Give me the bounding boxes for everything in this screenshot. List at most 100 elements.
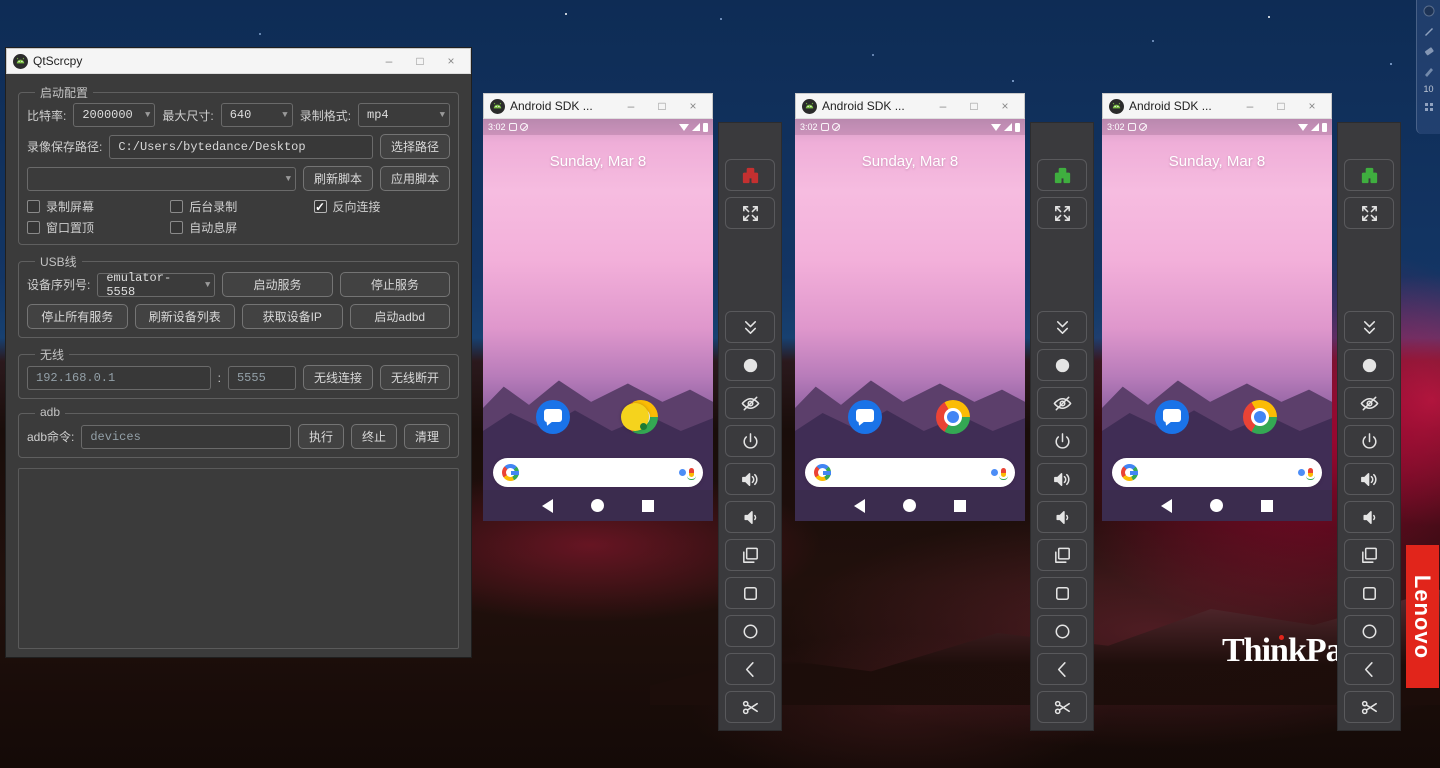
- messages-app-icon[interactable]: [848, 400, 882, 434]
- wireless-ip-input[interactable]: 192.168.0.1: [27, 366, 211, 390]
- maximize-button[interactable]: □: [649, 99, 675, 113]
- back-button[interactable]: [1037, 653, 1087, 685]
- nav-home-button[interactable]: [903, 499, 916, 512]
- menu-button[interactable]: [1344, 577, 1394, 609]
- notification-pulldown-button[interactable]: [1344, 311, 1394, 343]
- reverse-connect-checkbox[interactable]: ✓反向连接: [314, 198, 450, 215]
- volume-down-button[interactable]: [1344, 501, 1394, 533]
- touch-toggle-button[interactable]: [1344, 349, 1394, 381]
- close-button[interactable]: ×: [438, 54, 464, 68]
- annotation-edge-panel[interactable]: 10: [1416, 0, 1440, 134]
- screen-off-button[interactable]: [725, 387, 775, 419]
- start-service-button[interactable]: 启动服务: [222, 272, 332, 297]
- home-button[interactable]: [1037, 615, 1087, 647]
- power-button[interactable]: [1037, 425, 1087, 457]
- back-button[interactable]: [1344, 653, 1394, 685]
- power-button[interactable]: [725, 425, 775, 457]
- chrome-app-icon[interactable]: [1243, 400, 1277, 434]
- mic-icon[interactable]: [689, 468, 694, 477]
- close-button[interactable]: ×: [1299, 99, 1325, 113]
- nav-recents-button[interactable]: [1261, 500, 1273, 512]
- power-button[interactable]: [1344, 425, 1394, 457]
- minimize-button[interactable]: –: [1237, 99, 1263, 113]
- qtscrcpy-titlebar[interactable]: QtScrcpy – □ ×: [6, 48, 471, 74]
- script-combo[interactable]: ▼: [27, 167, 296, 191]
- home-button[interactable]: [725, 615, 775, 647]
- minimize-button[interactable]: –: [376, 54, 402, 68]
- expand-fullscreen-button[interactable]: [725, 197, 775, 229]
- group-control-button[interactable]: [1344, 159, 1394, 191]
- maximize-button[interactable]: □: [1268, 99, 1294, 113]
- nav-home-button[interactable]: [1210, 499, 1223, 512]
- pen-icon[interactable]: [1422, 24, 1436, 38]
- grid-icon[interactable]: [1422, 100, 1436, 114]
- stop-all-services-button[interactable]: 停止所有服务: [27, 304, 128, 329]
- notification-pulldown-button[interactable]: [1037, 311, 1087, 343]
- screenshot-button[interactable]: [1037, 691, 1087, 723]
- home-button[interactable]: [1344, 615, 1394, 647]
- auto-screen-off-checkbox[interactable]: 自动息屏: [170, 219, 313, 236]
- adb-command-input[interactable]: devices: [81, 425, 291, 449]
- nav-recents-button[interactable]: [954, 500, 966, 512]
- nav-back-button[interactable]: [1161, 499, 1172, 513]
- save-path-input[interactable]: C:/Users/bytedance/Desktop: [109, 135, 373, 159]
- screenshot-button[interactable]: [725, 691, 775, 723]
- chrome-app-icon[interactable]: [936, 400, 970, 434]
- color-dot-icon[interactable]: [1422, 4, 1436, 18]
- screen-off-button[interactable]: [1344, 387, 1394, 419]
- volume-up-button[interactable]: [1344, 463, 1394, 495]
- stop-service-button[interactable]: 停止服务: [340, 272, 450, 297]
- menu-button[interactable]: [1037, 577, 1087, 609]
- marker-icon[interactable]: [1422, 64, 1436, 78]
- device-serial-combo[interactable]: emulator-5558▼: [97, 273, 215, 297]
- adb-output-log[interactable]: [18, 468, 459, 649]
- apply-script-button[interactable]: 应用脚本: [380, 166, 450, 191]
- window-topmost-checkbox[interactable]: 窗口置顶: [27, 219, 170, 236]
- close-button[interactable]: ×: [992, 99, 1018, 113]
- notification-pulldown-button[interactable]: [725, 311, 775, 343]
- eraser-icon[interactable]: [1422, 44, 1436, 58]
- touch-toggle-button[interactable]: [725, 349, 775, 381]
- background-record-checkbox[interactable]: 后台录制: [170, 198, 313, 215]
- phone-screen[interactable]: 3:02 Sunday, Mar 8: [483, 119, 713, 521]
- group-control-button[interactable]: [725, 159, 775, 191]
- maximize-button[interactable]: □: [961, 99, 987, 113]
- screenshot-button[interactable]: [1344, 691, 1394, 723]
- touch-toggle-button[interactable]: [1037, 349, 1087, 381]
- expand-fullscreen-button[interactable]: [1344, 197, 1394, 229]
- app-switch-button[interactable]: [1037, 539, 1087, 571]
- record-screen-checkbox[interactable]: 录制屏幕: [27, 198, 170, 215]
- android-titlebar[interactable]: Android SDK ... – □ ×: [483, 93, 713, 119]
- back-button[interactable]: [725, 653, 775, 685]
- start-adbd-button[interactable]: 启动adbd: [350, 304, 451, 329]
- bitrate-combo[interactable]: 2000000▼: [73, 103, 155, 127]
- app-switch-button[interactable]: [1344, 539, 1394, 571]
- google-search-bar[interactable]: [805, 458, 1015, 487]
- android-titlebar[interactable]: Android SDK ... – □ ×: [1102, 93, 1332, 119]
- mic-icon[interactable]: [1001, 468, 1006, 477]
- maxsize-combo[interactable]: 640▼: [221, 103, 293, 127]
- screen-off-button[interactable]: [1037, 387, 1087, 419]
- google-search-bar[interactable]: [1112, 458, 1322, 487]
- adb-stop-button[interactable]: 终止: [351, 424, 397, 449]
- refresh-script-button[interactable]: 刷新脚本: [303, 166, 373, 191]
- android-titlebar[interactable]: Android SDK ... – □ ×: [795, 93, 1025, 119]
- close-button[interactable]: ×: [680, 99, 706, 113]
- adb-run-button[interactable]: 执行: [298, 424, 344, 449]
- minimize-button[interactable]: –: [618, 99, 644, 113]
- mic-icon[interactable]: [1308, 468, 1313, 477]
- wireless-port-input[interactable]: 5555: [228, 366, 296, 390]
- volume-up-button[interactable]: [725, 463, 775, 495]
- minimize-button[interactable]: –: [930, 99, 956, 113]
- refresh-device-list-button[interactable]: 刷新设备列表: [135, 304, 236, 329]
- wireless-connect-button[interactable]: 无线连接: [303, 365, 373, 390]
- app-switch-button[interactable]: [725, 539, 775, 571]
- nav-recents-button[interactable]: [642, 500, 654, 512]
- maximize-button[interactable]: □: [407, 54, 433, 68]
- adb-clear-button[interactable]: 清理: [404, 424, 450, 449]
- messages-app-icon[interactable]: [536, 400, 570, 434]
- nav-home-button[interactable]: [591, 499, 604, 512]
- volume-up-button[interactable]: [1037, 463, 1087, 495]
- record-format-combo[interactable]: mp4▼: [358, 103, 450, 127]
- volume-down-button[interactable]: [1037, 501, 1087, 533]
